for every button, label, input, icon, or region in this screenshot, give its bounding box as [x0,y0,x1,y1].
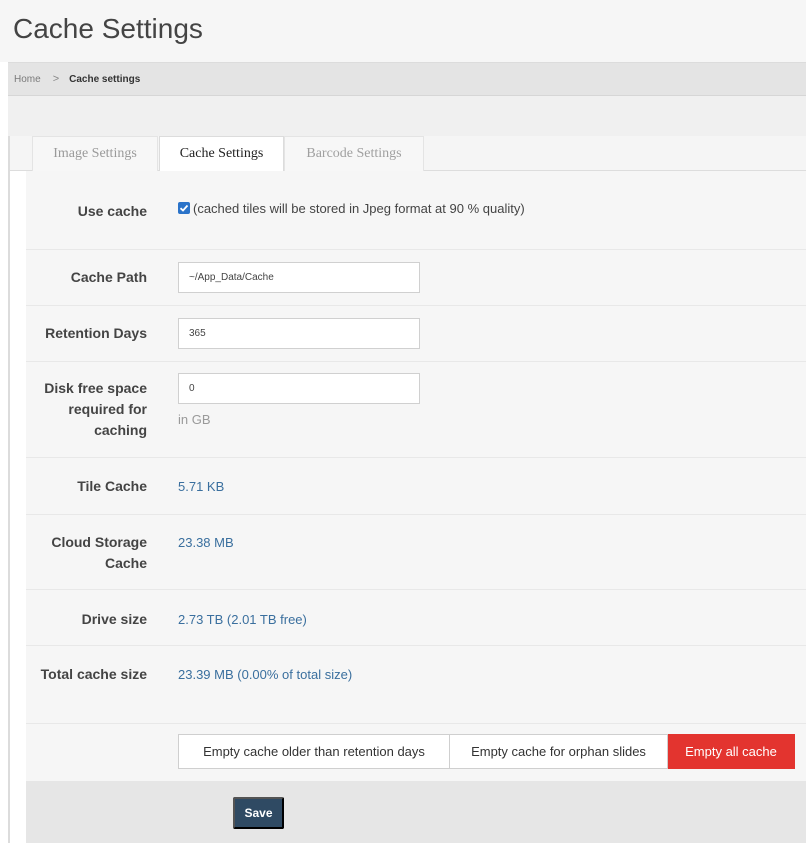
use-cache-description: (cached tiles will be stored in Jpeg for… [193,201,525,216]
tile-cache-label: Tile Cache [77,478,147,494]
cloud-storage-cache-row: Cloud Storage Cache 23.38 MB [26,515,806,590]
cache-actions-group: Empty cache older than retention days Em… [178,734,795,769]
empty-older-cache-button[interactable]: Empty cache older than retention days [178,734,450,769]
tile-cache-value: 5.71 KB [178,479,225,494]
cache-path-row: Cache Path [26,250,806,306]
use-cache-row: Use cache (cached tiles will be stored i… [26,171,806,250]
retention-days-label: Retention Days [45,325,147,341]
settings-panel: Image Settings Cache Settings Barcode Se… [8,136,806,843]
empty-orphan-cache-button[interactable]: Empty cache for orphan slides [450,734,668,769]
cache-path-label: Cache Path [70,269,147,285]
tab-barcode-settings[interactable]: Barcode Settings [284,136,424,171]
tab-image-settings[interactable]: Image Settings [32,136,158,171]
use-cache-checkbox[interactable] [178,202,190,214]
drive-size-label: Drive size [81,611,147,627]
use-cache-control: (cached tiles will be stored in Jpeg for… [178,199,528,218]
cache-path-input[interactable] [178,262,420,293]
drive-size-value: 2.73 TB (2.01 TB free) [178,612,307,627]
disk-free-space-row: Disk free space required for caching in … [26,362,806,458]
total-cache-size-row: Total cache size 23.39 MB (0.00% of tota… [26,646,806,724]
total-cache-size-label: Total cache size [40,666,147,682]
disk-free-space-hint: in GB [178,412,211,427]
cloud-storage-cache-label: Cloud Storage Cache [51,534,147,571]
breadcrumb-current: Cache settings [69,73,141,85]
disk-free-space-input[interactable] [178,373,420,404]
drive-size-row: Drive size 2.73 TB (2.01 TB free) [26,590,806,646]
breadcrumb: Home > Cache settings [8,62,806,96]
retention-days-row: Retention Days [26,306,806,362]
tab-cache-settings[interactable]: Cache Settings [159,136,284,172]
total-cache-size-value: 23.39 MB (0.00% of total size) [178,667,353,682]
form-footer [26,781,806,843]
chevron-right-icon: > [52,73,60,85]
cache-settings-form: Use cache (cached tiles will be stored i… [26,171,806,843]
title-bar: Cache Settings [0,0,806,62]
save-button[interactable]: Save [233,797,284,829]
page-title: Cache Settings [13,13,203,44]
header-spacer [8,96,806,136]
tab-bar: Image Settings Cache Settings Barcode Se… [10,136,806,172]
cloud-storage-cache-value: 23.38 MB [178,535,234,550]
retention-days-input[interactable] [178,318,420,349]
tile-cache-row: Tile Cache 5.71 KB [26,458,806,515]
breadcrumb-home-link[interactable]: Home [14,74,41,85]
disk-free-space-label: Disk free space required for caching [44,380,147,438]
empty-all-cache-button[interactable]: Empty all cache [668,734,795,769]
use-cache-label: Use cache [77,203,147,219]
